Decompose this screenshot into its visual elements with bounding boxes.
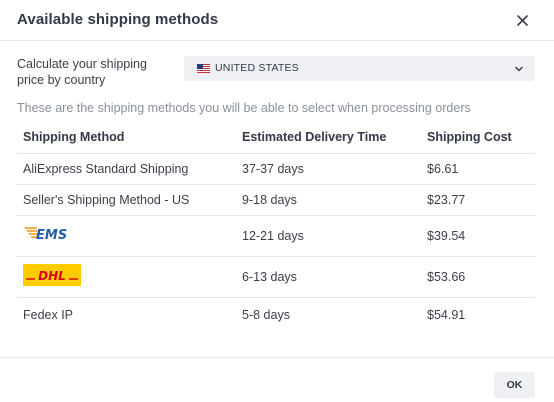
ok-button[interactable]: OK — [494, 372, 535, 398]
table-row: Seller's Shipping Method - US 9-18 days … — [17, 184, 535, 216]
method-name: Fedex IP — [23, 307, 74, 322]
country-select[interactable]: UNITED STATES — [184, 56, 535, 81]
method-logo-cell: EMS — [17, 215, 236, 257]
svg-text:DHL: DHL — [38, 269, 66, 283]
method-name: AliExpress Standard Shipping — [17, 153, 236, 185]
shipping-cost: $53.66 — [421, 256, 535, 298]
column-header-method: Shipping Method — [17, 121, 236, 154]
table-row: AliExpress Standard Shipping 37-37 days … — [17, 153, 535, 185]
info-text: These are the shipping methods you will … — [17, 101, 471, 115]
shipping-cost: $6.61 — [421, 153, 535, 185]
table-row: EMS 12-21 days $39.54 — [17, 215, 535, 257]
shipping-cost: $39.54 — [421, 215, 535, 257]
us-flag-icon — [197, 64, 210, 73]
table-row: Fedex IP 5-8 days $54.91 — [17, 297, 535, 332]
column-header-cost: Shipping Cost — [421, 121, 535, 154]
dialog-footer: OK — [0, 357, 554, 402]
table-row: DHL 6-13 days $53.66 — [17, 256, 535, 298]
svg-text:EMS: EMS — [36, 228, 67, 243]
country-select-value: UNITED STATES — [215, 62, 299, 74]
delivery-time: 5-8 days — [242, 307, 290, 322]
delivery-time: 37-37 days — [236, 153, 421, 185]
delivery-time: 9-18 days — [236, 184, 421, 216]
ems-logo: EMS — [25, 227, 67, 243]
method-logo-cell: DHL — [17, 256, 236, 298]
shipping-cost: $54.91 — [427, 307, 466, 322]
delivery-time: 6-13 days — [236, 256, 421, 298]
shipping-methods-table: Shipping Method Estimated Delivery Time … — [17, 121, 535, 332]
close-icon — [516, 14, 528, 26]
column-header-delivery-time: Estimated Delivery Time — [236, 121, 421, 154]
table-header-row: Shipping Method Estimated Delivery Time … — [17, 121, 535, 154]
chevron-down-icon — [515, 66, 523, 72]
method-name: Seller's Shipping Method - US — [17, 184, 236, 216]
dialog-title: Available shipping methods — [17, 11, 219, 28]
shipping-methods-dialog: Available shipping methods Calculate you… — [0, 0, 554, 402]
dialog-header: Available shipping methods — [0, 0, 554, 41]
shipping-cost: $23.77 — [421, 184, 535, 216]
country-label: Calculate your shipping price by country — [17, 57, 147, 87]
delivery-time: 12-21 days — [236, 215, 421, 257]
close-button[interactable] — [510, 8, 534, 32]
dhl-logo: DHL — [23, 264, 81, 286]
